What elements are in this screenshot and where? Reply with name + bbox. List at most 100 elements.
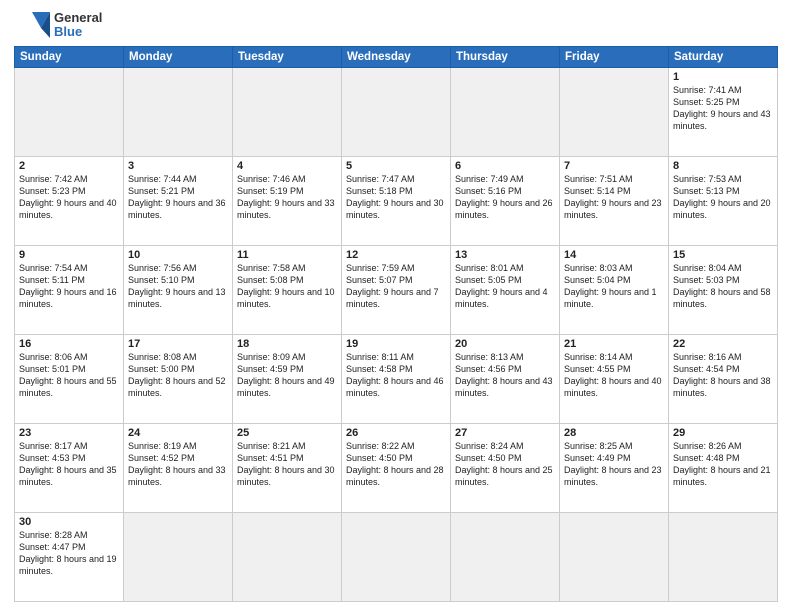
calendar-cell: 6Sunrise: 7:49 AM Sunset: 5:16 PM Daylig… (451, 157, 560, 246)
day-info: Sunrise: 7:46 AM Sunset: 5:19 PM Dayligh… (237, 173, 337, 222)
day-info: Sunrise: 7:42 AM Sunset: 5:23 PM Dayligh… (19, 173, 119, 222)
logo-icon (14, 10, 50, 40)
calendar-cell (233, 68, 342, 157)
day-number: 26 (346, 427, 446, 439)
weekday-header-tuesday: Tuesday (233, 47, 342, 68)
day-info: Sunrise: 8:26 AM Sunset: 4:48 PM Dayligh… (673, 440, 773, 489)
logo-container: General Blue (14, 10, 102, 40)
weekday-header-thursday: Thursday (451, 47, 560, 68)
day-number: 15 (673, 249, 773, 261)
week-row-5: 23Sunrise: 8:17 AM Sunset: 4:53 PM Dayli… (15, 424, 778, 513)
weekday-header-sunday: Sunday (15, 47, 124, 68)
day-number: 6 (455, 160, 555, 172)
day-info: Sunrise: 7:51 AM Sunset: 5:14 PM Dayligh… (564, 173, 664, 222)
day-number: 7 (564, 160, 664, 172)
day-number: 20 (455, 338, 555, 350)
calendar-cell: 17Sunrise: 8:08 AM Sunset: 5:00 PM Dayli… (124, 335, 233, 424)
week-row-1: 1Sunrise: 7:41 AM Sunset: 5:25 PM Daylig… (15, 68, 778, 157)
weekday-header-monday: Monday (124, 47, 233, 68)
calendar-cell: 12Sunrise: 7:59 AM Sunset: 5:07 PM Dayli… (342, 246, 451, 335)
week-row-4: 16Sunrise: 8:06 AM Sunset: 5:01 PM Dayli… (15, 335, 778, 424)
week-row-2: 2Sunrise: 7:42 AM Sunset: 5:23 PM Daylig… (15, 157, 778, 246)
calendar-cell (342, 513, 451, 602)
calendar-cell: 11Sunrise: 7:58 AM Sunset: 5:08 PM Dayli… (233, 246, 342, 335)
day-info: Sunrise: 7:56 AM Sunset: 5:10 PM Dayligh… (128, 262, 228, 311)
calendar-cell: 19Sunrise: 8:11 AM Sunset: 4:58 PM Dayli… (342, 335, 451, 424)
day-number: 30 (19, 516, 119, 528)
day-info: Sunrise: 7:44 AM Sunset: 5:21 PM Dayligh… (128, 173, 228, 222)
calendar-cell: 25Sunrise: 8:21 AM Sunset: 4:51 PM Dayli… (233, 424, 342, 513)
calendar-cell: 29Sunrise: 8:26 AM Sunset: 4:48 PM Dayli… (669, 424, 778, 513)
calendar-cell: 30Sunrise: 8:28 AM Sunset: 4:47 PM Dayli… (15, 513, 124, 602)
day-number: 14 (564, 249, 664, 261)
day-number: 28 (564, 427, 664, 439)
day-number: 19 (346, 338, 446, 350)
calendar-cell: 2Sunrise: 7:42 AM Sunset: 5:23 PM Daylig… (15, 157, 124, 246)
calendar-cell: 4Sunrise: 7:46 AM Sunset: 5:19 PM Daylig… (233, 157, 342, 246)
calendar-cell: 13Sunrise: 8:01 AM Sunset: 5:05 PM Dayli… (451, 246, 560, 335)
day-info: Sunrise: 7:54 AM Sunset: 5:11 PM Dayligh… (19, 262, 119, 311)
calendar-cell (560, 68, 669, 157)
week-row-3: 9Sunrise: 7:54 AM Sunset: 5:11 PM Daylig… (15, 246, 778, 335)
day-info: Sunrise: 7:49 AM Sunset: 5:16 PM Dayligh… (455, 173, 555, 222)
logo-text: General Blue (54, 11, 102, 40)
day-number: 13 (455, 249, 555, 261)
day-number: 5 (346, 160, 446, 172)
day-info: Sunrise: 8:24 AM Sunset: 4:50 PM Dayligh… (455, 440, 555, 489)
day-info: Sunrise: 7:41 AM Sunset: 5:25 PM Dayligh… (673, 84, 773, 133)
calendar-cell (233, 513, 342, 602)
day-info: Sunrise: 7:59 AM Sunset: 5:07 PM Dayligh… (346, 262, 446, 311)
day-number: 25 (237, 427, 337, 439)
day-info: Sunrise: 8:09 AM Sunset: 4:59 PM Dayligh… (237, 351, 337, 400)
calendar-cell: 28Sunrise: 8:25 AM Sunset: 4:49 PM Dayli… (560, 424, 669, 513)
calendar-cell: 26Sunrise: 8:22 AM Sunset: 4:50 PM Dayli… (342, 424, 451, 513)
logo-general: General (54, 11, 102, 25)
day-number: 16 (19, 338, 119, 350)
day-number: 12 (346, 249, 446, 261)
day-info: Sunrise: 8:16 AM Sunset: 4:54 PM Dayligh… (673, 351, 773, 400)
day-info: Sunrise: 8:04 AM Sunset: 5:03 PM Dayligh… (673, 262, 773, 311)
logo-blue: Blue (54, 25, 102, 39)
day-number: 17 (128, 338, 228, 350)
day-info: Sunrise: 8:17 AM Sunset: 4:53 PM Dayligh… (19, 440, 119, 489)
calendar-cell: 16Sunrise: 8:06 AM Sunset: 5:01 PM Dayli… (15, 335, 124, 424)
day-number: 10 (128, 249, 228, 261)
page: General Blue SundayMondayTuesdayWednesda… (0, 0, 792, 612)
calendar-cell (342, 68, 451, 157)
day-info: Sunrise: 7:47 AM Sunset: 5:18 PM Dayligh… (346, 173, 446, 222)
calendar-cell: 5Sunrise: 7:47 AM Sunset: 5:18 PM Daylig… (342, 157, 451, 246)
day-info: Sunrise: 8:06 AM Sunset: 5:01 PM Dayligh… (19, 351, 119, 400)
day-info: Sunrise: 8:14 AM Sunset: 4:55 PM Dayligh… (564, 351, 664, 400)
weekday-header-row: SundayMondayTuesdayWednesdayThursdayFrid… (15, 47, 778, 68)
day-info: Sunrise: 7:53 AM Sunset: 5:13 PM Dayligh… (673, 173, 773, 222)
day-number: 29 (673, 427, 773, 439)
calendar-cell: 1Sunrise: 7:41 AM Sunset: 5:25 PM Daylig… (669, 68, 778, 157)
day-info: Sunrise: 8:25 AM Sunset: 4:49 PM Dayligh… (564, 440, 664, 489)
day-number: 9 (19, 249, 119, 261)
calendar-cell: 27Sunrise: 8:24 AM Sunset: 4:50 PM Dayli… (451, 424, 560, 513)
day-info: Sunrise: 8:21 AM Sunset: 4:51 PM Dayligh… (237, 440, 337, 489)
calendar-cell (560, 513, 669, 602)
day-number: 23 (19, 427, 119, 439)
day-number: 3 (128, 160, 228, 172)
day-info: Sunrise: 8:03 AM Sunset: 5:04 PM Dayligh… (564, 262, 664, 311)
day-info: Sunrise: 8:11 AM Sunset: 4:58 PM Dayligh… (346, 351, 446, 400)
calendar-cell: 23Sunrise: 8:17 AM Sunset: 4:53 PM Dayli… (15, 424, 124, 513)
calendar-cell: 21Sunrise: 8:14 AM Sunset: 4:55 PM Dayli… (560, 335, 669, 424)
calendar-cell: 18Sunrise: 8:09 AM Sunset: 4:59 PM Dayli… (233, 335, 342, 424)
calendar-cell (124, 513, 233, 602)
weekday-header-wednesday: Wednesday (342, 47, 451, 68)
day-number: 24 (128, 427, 228, 439)
weekday-header-saturday: Saturday (669, 47, 778, 68)
header: General Blue (14, 10, 778, 40)
day-info: Sunrise: 8:28 AM Sunset: 4:47 PM Dayligh… (19, 529, 119, 578)
day-number: 22 (673, 338, 773, 350)
calendar-cell: 14Sunrise: 8:03 AM Sunset: 5:04 PM Dayli… (560, 246, 669, 335)
day-number: 11 (237, 249, 337, 261)
day-info: Sunrise: 8:01 AM Sunset: 5:05 PM Dayligh… (455, 262, 555, 311)
week-row-6: 30Sunrise: 8:28 AM Sunset: 4:47 PM Dayli… (15, 513, 778, 602)
day-number: 2 (19, 160, 119, 172)
logo: General Blue (14, 10, 102, 40)
calendar-cell (669, 513, 778, 602)
calendar-cell: 20Sunrise: 8:13 AM Sunset: 4:56 PM Dayli… (451, 335, 560, 424)
